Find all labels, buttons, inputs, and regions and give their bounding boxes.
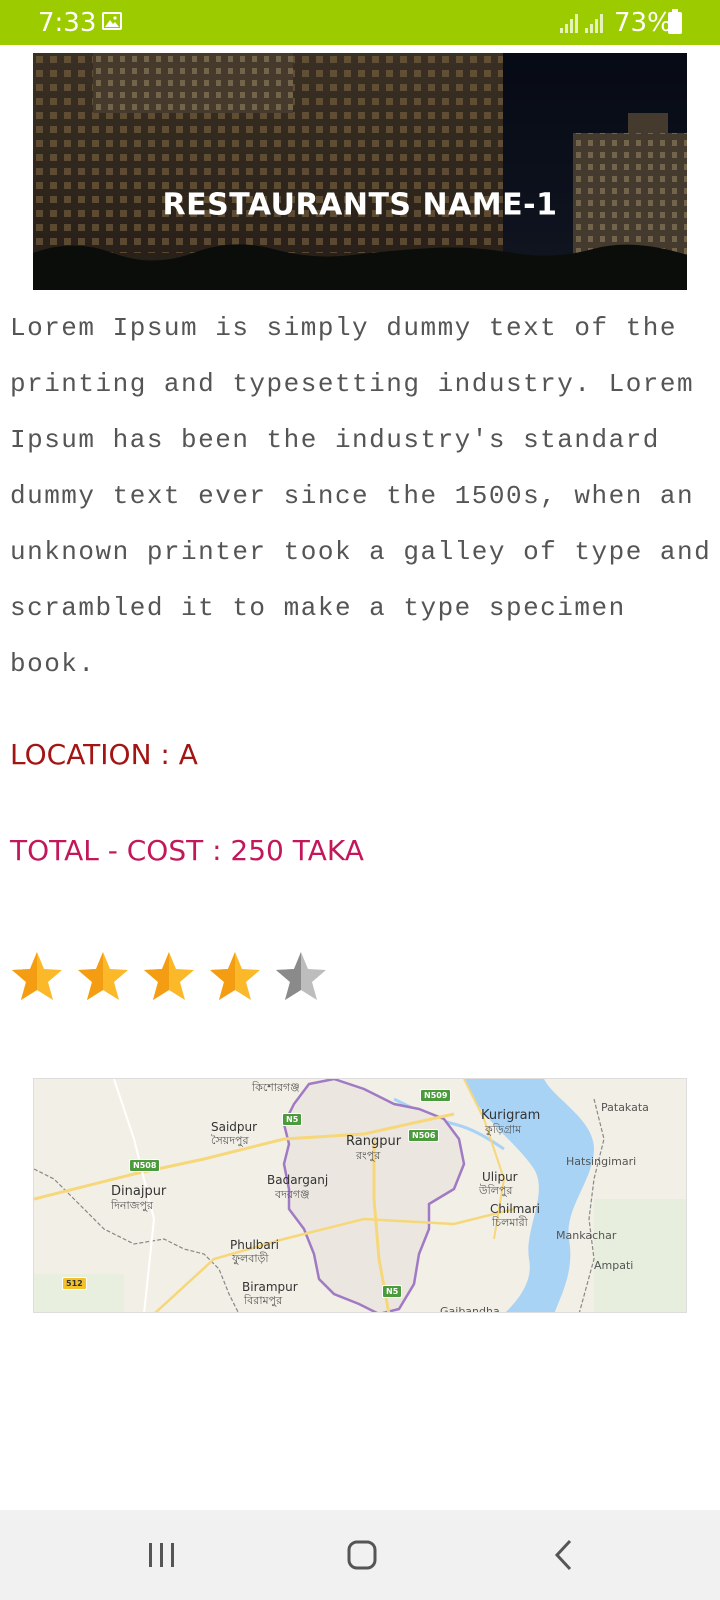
- map-label: কিশোরগঞ্জ: [252, 1081, 300, 1094]
- battery-icon: [668, 9, 682, 34]
- road-shield: N5: [382, 1285, 403, 1298]
- map-label: Mankachar: [556, 1229, 617, 1242]
- location-text: LOCATION : A: [10, 738, 198, 771]
- star-half-icon[interactable]: [274, 950, 328, 1004]
- recent-apps-button[interactable]: [102, 1510, 222, 1600]
- restaurant-description: Lorem Ipsum is simply dummy text of the …: [10, 313, 712, 679]
- star-icon[interactable]: [142, 950, 196, 1004]
- star-icon[interactable]: [10, 950, 64, 1004]
- map-label: Patakata: [601, 1101, 649, 1114]
- star-icon[interactable]: [208, 950, 262, 1004]
- map-label: Kurigram: [481, 1108, 541, 1123]
- map-label: চিলমারী: [492, 1216, 528, 1229]
- status-time: 7:33: [38, 8, 97, 38]
- map-label: রংপুর: [356, 1149, 381, 1162]
- map-label: Chilmari: [490, 1202, 540, 1216]
- map-label: Rangpur: [346, 1134, 402, 1149]
- map-label: Dinajpur: [111, 1184, 167, 1199]
- map-label: Ulipur: [482, 1170, 518, 1184]
- rating-bar[interactable]: [10, 950, 328, 1004]
- navigation-bar: [0, 1510, 720, 1600]
- restaurant-banner: RESTAURANTS NAME-1: [33, 53, 687, 290]
- map-label: Badarganj: [267, 1173, 329, 1187]
- back-icon: [554, 1539, 572, 1571]
- map-label: উলিপুর: [479, 1184, 513, 1197]
- map-label: বিরামপুর: [244, 1294, 283, 1307]
- map-label: Ampati: [594, 1259, 634, 1272]
- map-label: বদরগঞ্জ: [275, 1188, 310, 1201]
- map-label: Phulbari: [230, 1238, 280, 1252]
- banner-title: RESTAURANTS NAME-1: [162, 187, 558, 223]
- map-label: Gaibandha: [440, 1305, 500, 1313]
- road-shield: N508: [129, 1159, 161, 1172]
- map-label: কুড়িগ্রাম: [485, 1123, 522, 1136]
- signal-icon: [560, 12, 608, 38]
- map-label: Hatsingimari: [566, 1155, 637, 1168]
- map-label: Saidpur: [211, 1120, 258, 1134]
- status-bar: 7:33 73%: [0, 0, 720, 45]
- back-button[interactable]: [504, 1510, 624, 1600]
- road-shield: N506: [408, 1129, 440, 1142]
- banner-image: [33, 53, 687, 290]
- road-shield: 512: [62, 1277, 87, 1290]
- map-label: সৈয়দপুর: [211, 1134, 249, 1147]
- star-icon[interactable]: [76, 950, 130, 1004]
- road-shield: N509: [420, 1089, 452, 1102]
- map-label: দিনাজপুর: [111, 1199, 154, 1212]
- map-label: Birampur: [242, 1280, 298, 1294]
- total-cost-text: TOTAL - COST : 250 TAKA: [10, 834, 364, 867]
- road-shield: N5: [282, 1113, 303, 1126]
- gallery-icon: [102, 12, 122, 30]
- home-button[interactable]: [302, 1510, 422, 1600]
- home-icon: [347, 1540, 377, 1570]
- recent-apps-icon: [149, 1543, 174, 1567]
- location-map[interactable]: কিশোরগঞ্জ Saidpur সৈয়দপুর Rangpur রংপুর…: [33, 1078, 687, 1313]
- battery-percent: 73%: [614, 8, 672, 38]
- map-label: ফুলবাড়ী: [232, 1252, 269, 1265]
